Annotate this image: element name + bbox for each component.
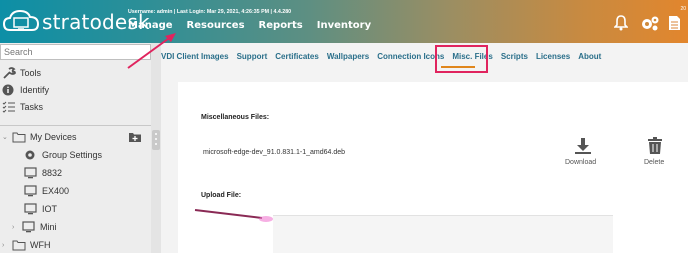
tab-wallpapers[interactable]: Wallpapers [327,52,369,61]
sidebar: Search Tools Identify Tasks ⌄ My Devices… [0,43,151,253]
monitor-icon [22,221,35,233]
bell-icon[interactable] [614,15,628,31]
download-button[interactable]: Download [565,159,596,166]
sidebar-label-tools: Tools [20,68,42,78]
tab-about[interactable]: About [578,52,601,61]
tree-item-group-settings[interactable]: Group Settings [24,149,102,161]
tab-scripts[interactable]: Scripts [501,52,528,61]
tree-item-mini[interactable]: › Mini [12,221,57,233]
cloud-logo-icon [2,9,40,31]
tree-item-device[interactable]: 8832 [24,167,62,179]
gears-icon[interactable] [640,15,660,31]
tree-label-mini: Mini [40,222,57,232]
monitor-icon [24,185,37,197]
nav-resources[interactable]: Resources [187,20,245,31]
chevron-down-icon[interactable]: ⌄ [2,133,12,141]
top-header: stratodesk Username: admin | Last Login:… [0,0,688,43]
brand-logo[interactable]: stratodesk [2,6,150,36]
resources-subnav: VDI Client Images Support Certificates W… [161,52,609,61]
document-icon[interactable] [668,15,681,31]
misc-files-label: Miscellaneous Files: [201,114,270,121]
folder-icon [12,132,26,143]
tree-item-my-devices[interactable]: ⌄ My Devices [2,131,77,143]
tree-label-device: IOT [42,204,57,214]
highlight-box [435,45,488,73]
download-icon[interactable] [574,137,592,155]
trash-icon[interactable] [647,137,663,155]
tab-licenses[interactable]: Licenses [536,52,570,61]
splitter-grip-icon[interactable] [152,130,160,150]
monitor-icon [24,203,37,215]
upload-dropzone[interactable] [273,215,613,253]
file-name: microsoft-edge-dev_91.0.831.1-1_amd64.de… [203,149,346,156]
add-folder-icon[interactable] [128,131,142,143]
wrench-icon [3,67,16,79]
gear-icon [25,150,35,160]
sidebar-item-tools[interactable]: Tools [2,67,41,79]
user-info: Username: admin | Last Login: Mar 29, 20… [128,9,292,15]
search-input[interactable]: Search [0,44,151,60]
folder-icon [12,240,26,251]
upload-file-label: Upload File: [201,192,242,199]
delete-button[interactable]: Delete [644,159,664,166]
sidebar-label-tasks: Tasks [20,102,44,112]
tree-label-wfh: WFH [30,240,51,250]
monitor-icon [24,167,37,179]
sidebar-divider [0,125,151,126]
tree-item-device[interactable]: IOT [24,203,57,215]
tab-vdi-client-images[interactable]: VDI Client Images [161,52,229,61]
tree-label-device: EX400 [42,186,70,196]
tasks-list-icon [2,101,15,113]
nav-manage[interactable]: Manage [128,20,173,31]
sidebar-item-tasks[interactable]: Tasks [2,101,43,113]
sidebar-item-identify[interactable]: Identify [2,84,49,96]
top-nav: Manage Resources Reports Inventory [128,20,371,31]
nav-reports[interactable]: Reports [259,20,303,31]
tree-label-my-devices: My Devices [30,132,77,142]
chevron-right-icon[interactable]: › [12,224,22,231]
tree-item-device[interactable]: EX400 [24,185,69,197]
info-icon [2,84,14,96]
tab-support[interactable]: Support [237,52,268,61]
corner-text: 20 [680,6,686,12]
tree-item-wfh[interactable]: › WFH [2,239,51,251]
app-window: stratodesk Username: admin | Last Login:… [0,0,688,253]
tree-label-device: 8832 [42,168,63,178]
tree-label-group-settings: Group Settings [42,150,103,160]
sidebar-label-identify: Identify [20,85,50,95]
nav-inventory[interactable]: Inventory [317,20,371,31]
tab-certificates[interactable]: Certificates [275,52,319,61]
chevron-right-icon[interactable]: › [2,242,12,249]
